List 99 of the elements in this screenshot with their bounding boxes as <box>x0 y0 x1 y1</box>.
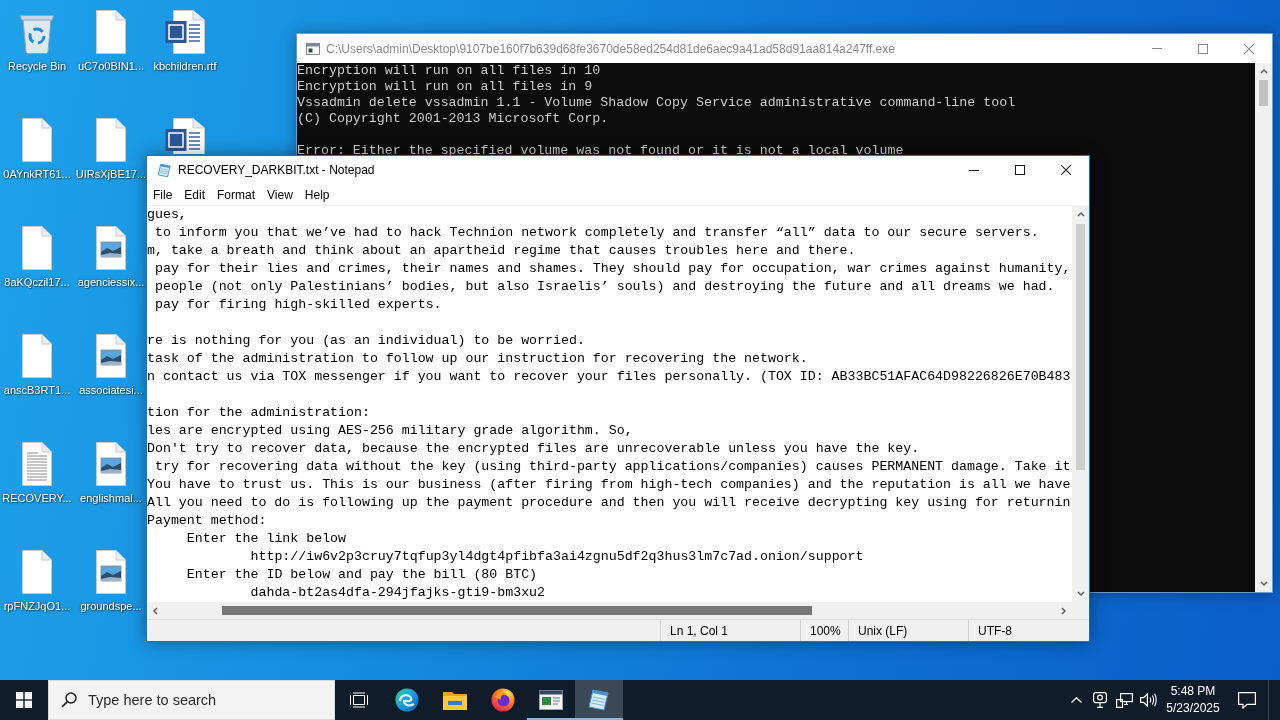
close-icon <box>1244 43 1254 54</box>
console-output-line: Encryption will run on all files in 9 <box>297 79 593 95</box>
menu-item[interactable]: View <box>261 184 299 205</box>
scroll-up-icon <box>1259 67 1268 76</box>
word-document-icon[interactable] <box>165 118 205 154</box>
windows-logo-icon <box>16 692 32 708</box>
text-line: pay for firing high-skilled experts. <box>154 296 442 314</box>
desktop-icon-label[interactable]: 8aKQczil17... <box>4 275 70 289</box>
text-line: les are encrypted using AES-256 military grade algorithm. So, <box>147 422 633 440</box>
vertical-scrollbar[interactable] <box>1072 206 1089 602</box>
scrollbar-thumb[interactable] <box>1076 224 1085 470</box>
search-icon <box>61 692 77 708</box>
maximize-icon <box>1015 165 1025 175</box>
console-output-line: (C) Copyright 2001-2013 Microsoft Corp. <box>297 111 609 127</box>
clock-button[interactable]: 5:48 PM 5/23/2025 <box>1160 680 1226 720</box>
text-line: pay for their lies and crimes, their names and shames. They should pay for occupation, war crimes against humanity, <box>154 260 1071 278</box>
scroll-down-icon <box>1076 589 1085 598</box>
text-line: people (not only Palestinians’ bodies, but also Israelis’ souls) and destroying the future and all dreams we had. <box>154 278 1055 296</box>
desktop-icon-label[interactable]: englishmal... <box>80 491 142 505</box>
console-output-line: Vssadmin delete vssadmin 1.1 - Volume Shadow Copy Service administrative command-line tool <box>297 95 1016 111</box>
folder-icon <box>443 690 467 710</box>
maximize-icon <box>1198 43 1208 54</box>
vertical-scrollbar[interactable] <box>1255 63 1272 592</box>
scroll-right-icon <box>1059 606 1068 615</box>
minimize-icon <box>1152 48 1162 49</box>
text-line: Enter the link below <box>186 530 347 548</box>
notepad-icon <box>157 162 172 178</box>
menu-item[interactable]: Edit <box>178 184 212 205</box>
browser-icon <box>395 688 419 712</box>
desktop-icon-label[interactable]: anscB3RT1... <box>3 383 71 397</box>
menu-item[interactable]: Help <box>298 184 336 205</box>
text-file-icon[interactable] <box>20 442 54 486</box>
image-file-icon[interactable] <box>94 334 128 378</box>
desktop-icon-label[interactable]: 0AYnkRT61... <box>3 167 71 181</box>
text-editor-area[interactable] <box>147 206 1072 602</box>
image-file-icon[interactable] <box>94 226 128 270</box>
text-line: Don't try to recover data, because the encrypted files are unrecoverable unless you have the key. <box>147 440 920 458</box>
text-line: http://iw6v2p3cruy7tqfup3yl4dgt4pfibfa3ai4zgnu5df2q3hus3lm7c7ad.onion/support <box>250 548 864 566</box>
desktop-icon-label[interactable]: RECOVERY... <box>2 491 72 505</box>
scrollbar-thumb[interactable] <box>222 606 812 615</box>
console-window-icon <box>306 42 320 55</box>
text-line: task of the administration to follow up our instruction for recovering the network. <box>147 350 808 368</box>
scroll-up-icon <box>1076 210 1085 219</box>
notepad-icon <box>587 688 611 712</box>
minimize-icon <box>969 169 979 171</box>
blank-file-icon[interactable] <box>20 118 54 162</box>
text-line: tion for the administration: <box>147 404 370 422</box>
desktop-icon-label[interactable]: kbchildren.rtf <box>153 59 217 73</box>
blank-file-icon[interactable] <box>94 118 128 162</box>
blank-file-icon[interactable] <box>20 334 54 378</box>
desktop-icon-label[interactable]: UIRsXjBE17... <box>75 167 147 181</box>
text-line: to inform you that we’ve had to hack Technion network completely and transfer “all” data to our secure servers. <box>154 224 1039 242</box>
cursor-position: Ln 1, Col 1 <box>660 620 800 641</box>
task-view-icon <box>350 692 368 708</box>
console-output-line: Error: Either the specified volume was not found or it is not a local volume <box>297 143 904 159</box>
desktop-icon-label[interactable]: uC7o0BIN1... <box>77 59 144 73</box>
scrollbar-thumb[interactable] <box>1259 80 1268 106</box>
image-file-icon[interactable] <box>94 550 128 594</box>
desktop-icon-label[interactable]: rpFNZJqO1... <box>3 599 71 613</box>
horizontal-scrollbar[interactable] <box>147 602 1072 619</box>
scroll-left-icon <box>151 606 160 615</box>
text-line: n contact us via TOX messenger if you want to recover your files personally. (TOX ID: AB33BC51AFAC64D98226826E70B483 <box>147 368 1071 386</box>
console-output-line: Encryption will run on all files in 10 <box>297 63 601 79</box>
encoding: UTF-8 <box>968 620 1089 641</box>
text-line: dahda-bt2as4dfa-294jfajks-gti9-bm3xu2 <box>250 584 546 602</box>
text-line: try for recovering data without the key (using third-party applications/companies) causes PERMANENT damage. Take it <box>154 458 1071 476</box>
desktop-icon-label[interactable]: associatesi... <box>79 383 143 397</box>
text-line: gues, <box>147 206 187 224</box>
notification-icon <box>1238 691 1256 709</box>
blank-file-icon[interactable] <box>94 10 128 54</box>
menu-item[interactable]: Format <box>211 184 262 205</box>
window-title: C:\Users\admin\Desktop\9107be160f7b639d68fe3670de58ed254d81de6aec9a41ad58d91aa814a247ff.exe <box>326 41 895 56</box>
blank-file-icon[interactable] <box>20 550 54 594</box>
text-line: m, take a breath and think about an apartheid regime that causes troubles here and there. <box>147 242 856 260</box>
window-title: RECOVERY_DARKBIT.txt - Notepad <box>178 163 375 177</box>
desktop-icon-label[interactable]: groundspe... <box>80 599 142 613</box>
console-window-icon <box>539 690 563 710</box>
taskbar-app-button[interactable] <box>575 680 623 720</box>
scroll-down-icon <box>1259 579 1268 588</box>
line-ending: Unix (LF) <box>848 620 968 641</box>
browser-icon <box>491 688 515 712</box>
desktop-icon-label[interactable]: agenciessix... <box>77 275 145 289</box>
word-document-icon[interactable] <box>165 10 205 54</box>
text-line: You have to trust us. This is our business (after firing from high-tech companies) and the reputation is all we have <box>147 476 1071 494</box>
device-icon <box>1093 692 1107 708</box>
blank-file-icon[interactable] <box>20 226 54 270</box>
close-icon <box>1061 165 1071 175</box>
chevron-up-icon <box>1070 697 1082 703</box>
speaker-icon <box>1139 693 1157 707</box>
text-line: re is nothing for you (as an individual) to be worried. <box>147 332 585 350</box>
search-field[interactable]: Type here to search <box>48 680 335 720</box>
text-line: Payment method: <box>147 512 267 530</box>
network-icon <box>1115 692 1133 708</box>
image-file-icon[interactable] <box>94 442 128 486</box>
text-line: Enter the ID below and pay the bill (80 BTC) <box>186 566 538 584</box>
menu-item[interactable]: File <box>147 184 179 205</box>
desktop-icon-label[interactable]: Recycle Bin <box>7 59 67 73</box>
text-line: All you need to do is following up the payment procedure and then you will receive decrypting key using for returnin <box>147 494 1071 512</box>
zoom-level: 100% <box>800 620 848 641</box>
